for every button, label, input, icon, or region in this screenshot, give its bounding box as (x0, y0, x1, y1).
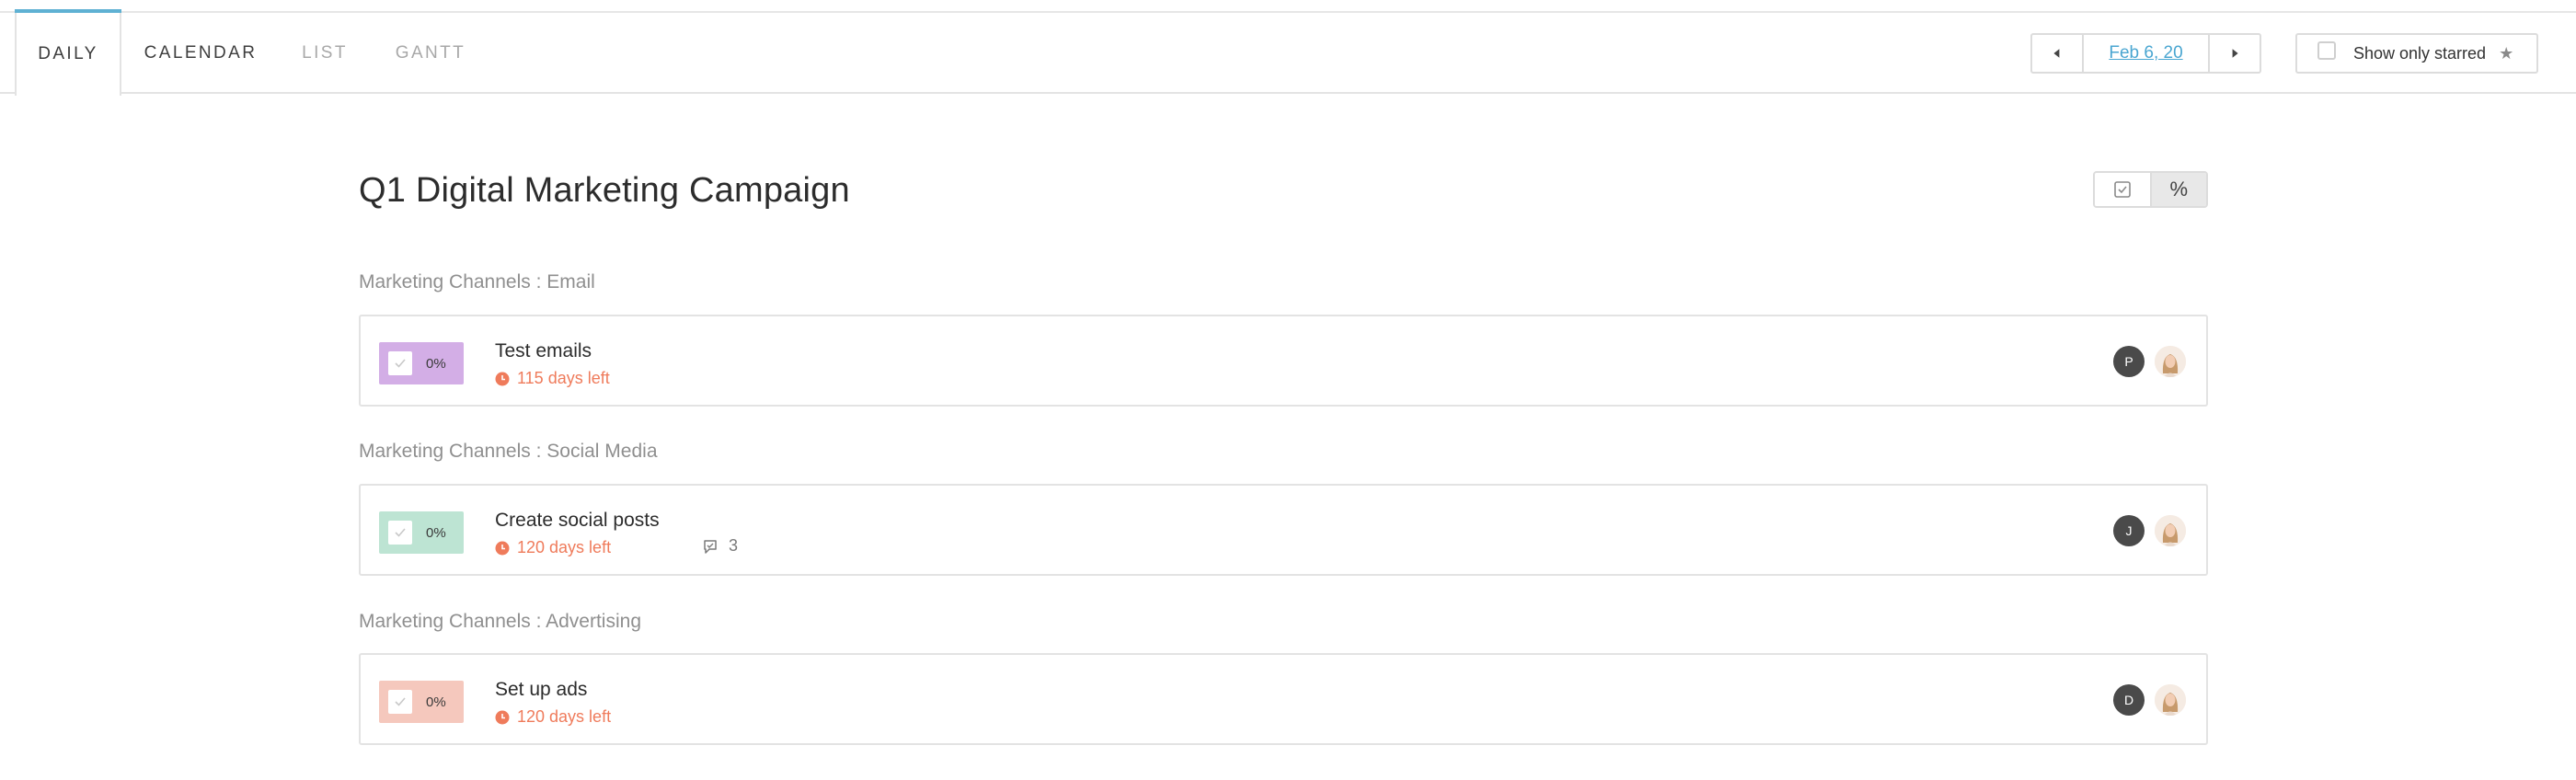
clock-icon (495, 710, 510, 724)
clock-icon (495, 541, 510, 555)
task-card[interactable]: 0% Create social posts 120 days left 3 J (359, 484, 2208, 576)
tab-list[interactable]: LIST (293, 13, 357, 94)
due-indicator: 120 days left (495, 538, 611, 557)
progress-percent: 0% (426, 524, 446, 541)
star-icon: ★ (2499, 43, 2514, 63)
comments-indicator[interactable]: 3 (701, 536, 738, 556)
progress-indicator[interactable]: 0% (379, 681, 464, 723)
task-card[interactable]: 0% Test emails 115 days left P (359, 315, 2208, 407)
progress-indicator[interactable]: 0% (379, 342, 464, 384)
task-name[interactable]: Set up ads (495, 679, 587, 701)
starred-label: Show only starred (2353, 43, 2487, 63)
due-indicator: 115 days left (495, 369, 610, 388)
show-only-starred-toggle[interactable]: Show only starred ★ (2295, 33, 2538, 74)
progress-percent: 0% (426, 355, 446, 372)
user-photo-avatar[interactable] (2155, 515, 2186, 546)
page-title: Q1 Digital Marketing Campaign (359, 171, 850, 210)
current-date-link[interactable]: Feb 6, 20 (2084, 35, 2208, 72)
progress-indicator[interactable]: 0% (379, 511, 464, 554)
section-label: Marketing Channels : Social Media (359, 441, 658, 462)
tab-daily[interactable]: DAILY (15, 9, 121, 96)
view-toolbar: DAILY CALENDAR LIST GANTT Feb 6, 20 Show… (0, 9, 2576, 96)
due-indicator: 120 days left (495, 707, 611, 727)
date-navigator: Feb 6, 20 (2030, 33, 2261, 74)
progress-view-toggle: % (2093, 171, 2208, 208)
checkmark-icon[interactable] (388, 521, 412, 545)
assignee-avatar[interactable]: J (2113, 515, 2145, 546)
due-text: 120 days left (517, 707, 612, 726)
task-name[interactable]: Test emails (495, 340, 592, 362)
task-name[interactable]: Create social posts (495, 510, 660, 532)
user-photo-avatar[interactable] (2155, 684, 2186, 716)
comment-count: 3 (729, 536, 739, 555)
assignee-avatar[interactable]: D (2113, 684, 2145, 716)
comment-icon (704, 539, 717, 554)
task-card[interactable]: 0% Set up ads 120 days left D (359, 653, 2208, 745)
user-photo-avatar[interactable] (2155, 346, 2186, 377)
checkbox-view-button[interactable] (2095, 173, 2152, 206)
progress-percent: 0% (426, 694, 446, 710)
previous-date-button[interactable] (2032, 35, 2084, 72)
percent-view-button[interactable]: % (2151, 173, 2206, 206)
next-date-button[interactable] (2208, 35, 2260, 72)
tab-gantt[interactable]: GANTT (386, 13, 475, 94)
due-text: 115 days left (517, 369, 610, 387)
checkbox-icon (2113, 181, 2131, 198)
clock-icon (495, 372, 510, 385)
checkmark-icon[interactable] (388, 351, 412, 375)
section-label: Marketing Channels : Advertising (359, 611, 641, 632)
checkmark-icon[interactable] (388, 690, 412, 714)
caret-left-icon (2053, 49, 2060, 58)
section-label: Marketing Channels : Email (359, 271, 595, 292)
caret-right-icon (2232, 49, 2238, 58)
assignee-avatar[interactable]: P (2113, 346, 2145, 377)
tab-calendar[interactable]: CALENDAR (138, 13, 263, 94)
due-text: 120 days left (517, 538, 612, 556)
starred-checkbox[interactable] (2317, 41, 2336, 60)
